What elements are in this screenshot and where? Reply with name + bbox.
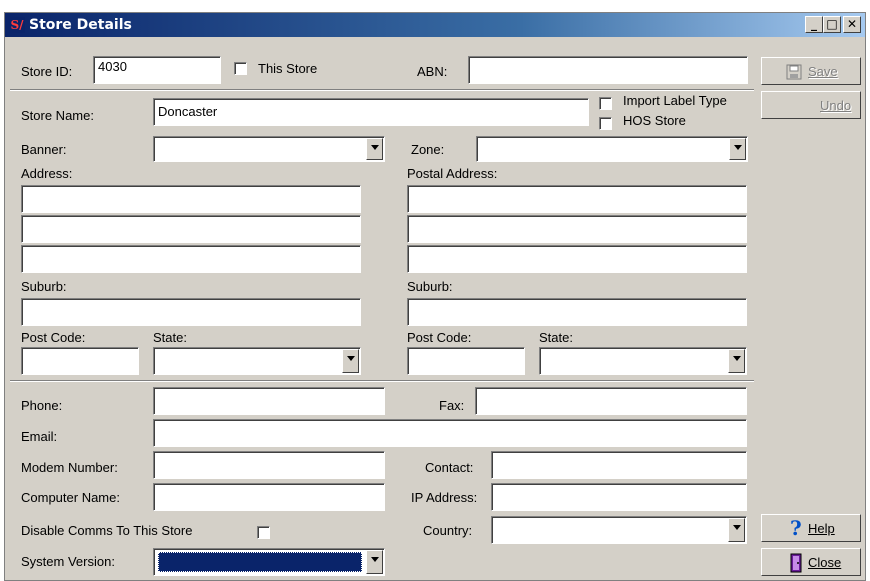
chevron-down-icon[interactable] [728,518,745,542]
system-version-label: System Version: [21,554,115,569]
country-value [495,519,726,541]
banner-label: Banner: [21,142,67,157]
fax-label: Fax: [439,398,465,413]
email-label: Email: [21,429,58,444]
system-version-selected-value [158,552,362,572]
state-value [157,350,340,372]
postal-address-line-1-field[interactable] [407,185,747,213]
hos-store-label: HOS Store [623,113,686,128]
zone-label: Zone: [411,142,445,157]
chevron-down-icon[interactable] [342,349,359,373]
postal-address-label: Postal Address: [407,166,498,181]
ip-address-field[interactable] [491,483,747,511]
title-bar[interactable]: S/ Store Details _ □ ✕ [5,13,865,37]
postal-address-line-2-field[interactable] [407,215,747,243]
minimize-button[interactable]: _ [805,16,823,33]
zone-dropdown[interactable] [476,136,748,162]
chevron-down-icon[interactable] [728,349,745,373]
chevron-down-icon[interactable] [366,550,383,574]
window-title: Store Details [29,17,132,33]
contact-label: Contact: [425,460,474,475]
postal-suburb-field[interactable] [407,298,747,326]
address-line-3-field[interactable] [21,245,361,273]
maximize-button[interactable]: □ [823,16,841,33]
ip-address-label: IP Address: [411,490,478,505]
abn-label: ABN: [417,64,448,79]
banner-dropdown[interactable] [153,136,385,162]
import-label-type-label: Import Label Type [623,93,727,108]
undo-button[interactable]: Undo [761,91,861,119]
separator-middle [10,380,754,382]
suburb-field[interactable] [21,298,361,326]
store-details-window: S/ Store Details _ □ ✕ Store ID: 4030 Th… [4,12,866,581]
app-icon: S/ [9,17,25,33]
this-store-checkbox[interactable] [234,62,247,75]
postal-state-label: State: [539,330,573,345]
phone-field[interactable] [153,387,385,415]
banner-value [157,139,364,159]
store-id-field[interactable]: 4030 [93,56,221,84]
store-name-label: Store Name: [21,108,94,123]
disable-comms-label: Disable Comms To This Store [21,523,193,538]
address-line-2-field[interactable] [21,215,361,243]
modem-number-label: Modem Number: [21,460,118,475]
address-line-1-field[interactable] [21,185,361,213]
contact-field[interactable] [491,451,747,479]
postal-suburb-label: Suburb: [407,279,453,294]
save-button-label: Save [808,64,838,79]
email-field[interactable] [153,419,747,447]
post-code-label: Post Code: [21,330,86,345]
post-code-field[interactable] [21,347,139,375]
postal-address-line-3-field[interactable] [407,245,747,273]
undo-button-label: Undo [820,98,852,113]
store-id-label: Store ID: [21,64,73,79]
state-label: State: [153,330,187,345]
save-button[interactable]: Save [761,57,861,85]
help-button[interactable]: ? Help [761,514,861,542]
store-name-field[interactable]: Doncaster [153,98,589,126]
help-button-label: Help [808,521,835,536]
help-question-icon: ? [790,516,802,540]
close-window-button[interactable]: ✕ [843,16,861,33]
state-dropdown[interactable] [153,347,361,375]
computer-name-field[interactable] [153,483,385,511]
zone-value [480,139,727,159]
system-version-dropdown[interactable] [153,548,385,576]
modem-number-field[interactable] [153,451,385,479]
this-store-label: This Store [258,61,318,76]
floppy-disk-icon [786,64,802,80]
postal-post-code-label: Post Code: [407,330,472,345]
country-label: Country: [423,523,473,538]
suburb-label: Suburb: [21,279,67,294]
chevron-down-icon[interactable] [729,138,746,160]
postal-state-dropdown[interactable] [539,347,747,375]
import-label-type-checkbox[interactable] [599,97,612,110]
close-button[interactable]: Close [761,548,861,576]
chevron-down-icon[interactable] [366,138,383,160]
disable-comms-checkbox[interactable] [257,526,270,539]
country-dropdown[interactable] [491,516,747,544]
close-button-label: Close [808,555,842,570]
postal-state-value [543,350,726,372]
fax-field[interactable] [475,387,747,415]
computer-name-label: Computer Name: [21,490,120,505]
door-exit-icon [790,553,802,573]
postal-post-code-field[interactable] [407,347,525,375]
phone-label: Phone: [21,398,63,413]
abn-field[interactable] [468,56,748,84]
address-label: Address: [21,166,73,181]
hos-store-checkbox[interactable] [599,117,612,130]
separator-top [10,89,754,91]
